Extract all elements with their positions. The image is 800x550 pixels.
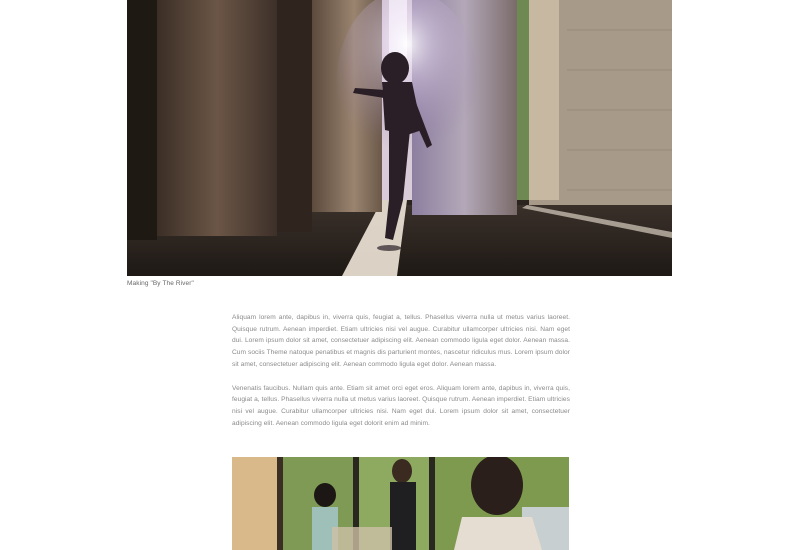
second-image	[232, 457, 569, 550]
paragraph: Venenatis faucibus. Nullam quis ante. Et…	[232, 384, 570, 427]
image-caption: Making "By The River"	[127, 280, 194, 287]
hero-image	[127, 0, 672, 276]
dancer-photo-icon	[127, 0, 672, 276]
people-photo-icon	[232, 457, 569, 550]
article-body: Aliquam lorem ante, dapibus in, viverra …	[232, 312, 570, 441]
paragraph: Aliquam lorem ante, dapibus in, viverra …	[232, 314, 570, 368]
